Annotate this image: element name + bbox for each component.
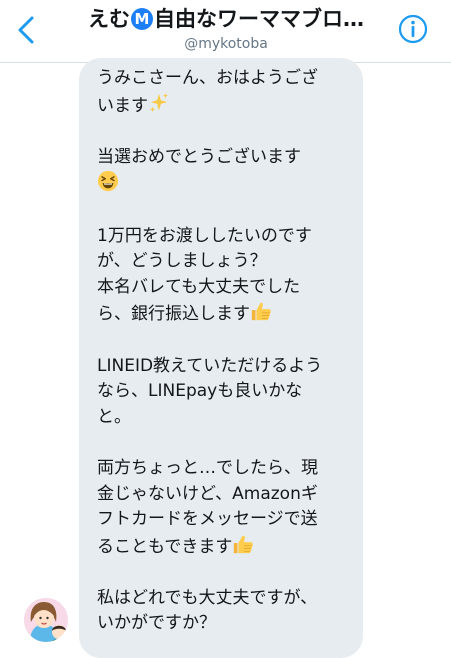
avatar[interactable] xyxy=(24,598,68,642)
info-icon[interactable] xyxy=(398,14,428,44)
title-text-end: 自由なワーママブロ… xyxy=(154,7,364,31)
thumbs-up-emoji xyxy=(232,533,254,555)
back-icon[interactable] xyxy=(12,13,42,47)
title-text-start: えむ xyxy=(88,7,130,31)
message-text-segment: 当選おめでとうございます xyxy=(97,146,301,167)
message-text: うみこさーん、おはようござ います 当選おめでとうございます 1万円をお渡しした… xyxy=(97,66,359,637)
conversation-handle: @mykotoba xyxy=(184,36,268,52)
sparkles-emoji xyxy=(148,92,170,114)
message-text-segment: 1万円をお渡ししたいのです が、どうしましょう？ 本名バレても大丈夫でした ら、… xyxy=(97,225,312,325)
message-text-segment: うみこさーん、おはようござ います xyxy=(97,68,318,116)
title-badge-icon: M xyxy=(131,8,153,30)
conversation-header: えむ M 自由なワーママブロ… @mykotoba xyxy=(0,0,451,63)
thumbs-up-emoji xyxy=(250,300,272,322)
grinning-squint-emoji xyxy=(97,170,119,192)
avatar-illustration xyxy=(24,598,68,642)
message-text-segment: LINEID教えていただけるよう なら、LINEpayも良いかな と。 両方ちょ… xyxy=(97,355,323,557)
message-text-segment: 私はどれでも大丈夫ですが、 いかがですか？ xyxy=(97,587,318,634)
conversation-title: えむ M 自由なワーママブロ… xyxy=(66,4,386,34)
